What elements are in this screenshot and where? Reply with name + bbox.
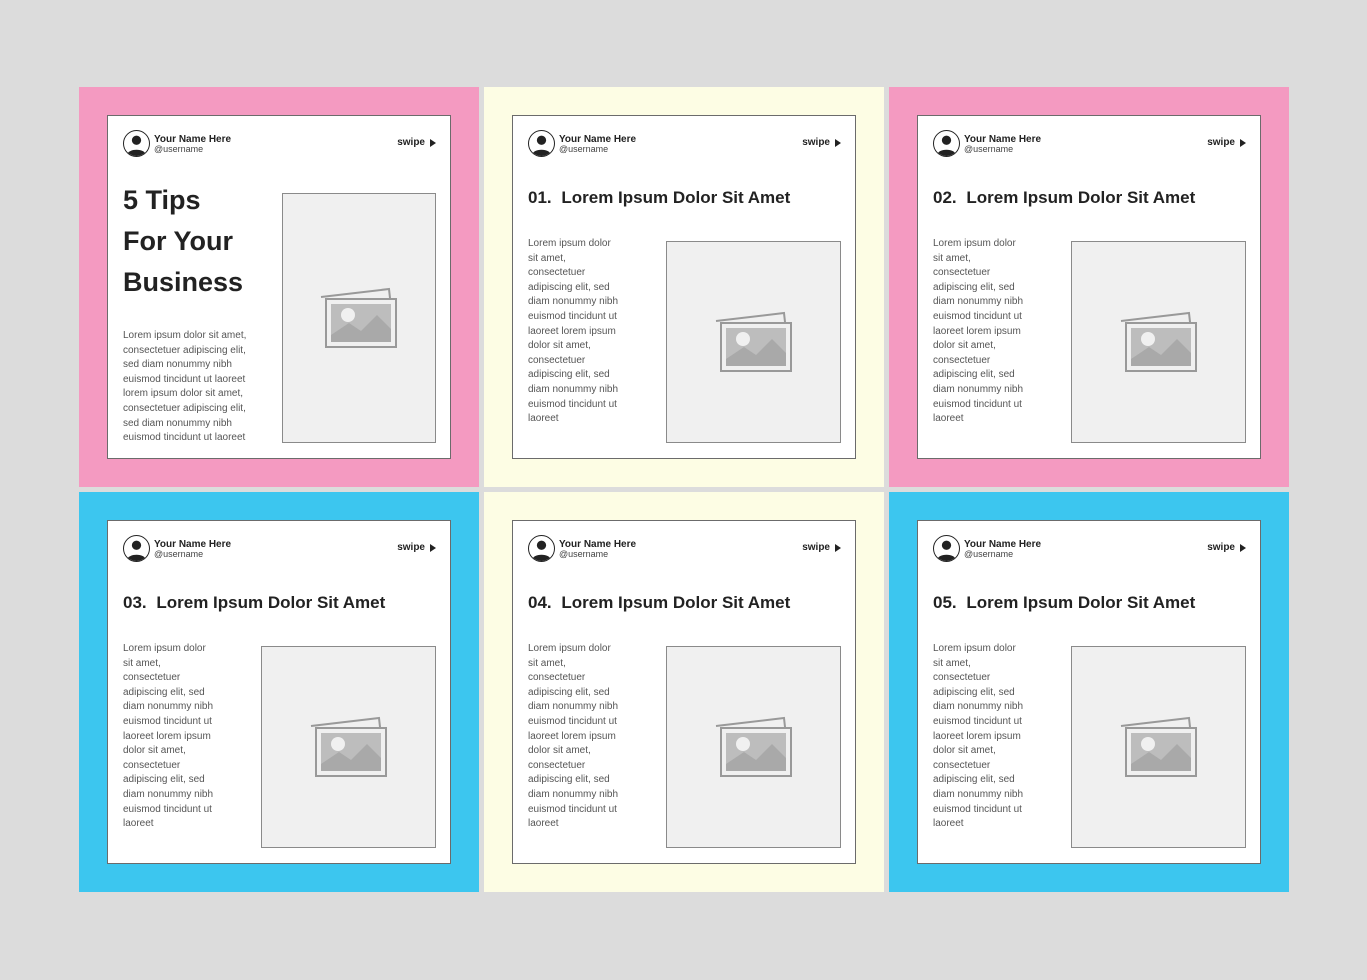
swipe-indicator[interactable]: swipe [397, 542, 436, 553]
profile-username: @username [559, 144, 609, 154]
slide-body-text: Lorem ipsum dolor sit amet, consectetuer… [528, 643, 619, 830]
tile-cover: Your Name Here @username swipe 5 Tips Fo… [79, 87, 479, 487]
slide-number: 02. [933, 188, 957, 207]
image-placeholder-icon [310, 716, 387, 777]
slide-title: 05. Lorem Ipsum Dolor Sit Amet [933, 593, 1195, 613]
slide-number: 03. [123, 593, 147, 612]
play-arrow-icon [430, 543, 436, 552]
image-placeholder-icon [715, 311, 792, 372]
slide-title-text: Lorem Ipsum Dolor Sit Amet [561, 188, 791, 207]
image-placeholder [261, 646, 436, 848]
cover-title-line: Business [123, 267, 244, 297]
image-placeholder-icon [1120, 716, 1197, 777]
slide-title-text: Lorem Ipsum Dolor Sit Amet [966, 593, 1196, 612]
profile-username: @username [154, 144, 204, 154]
slide-body-text: Lorem ipsum dolor sit amet, consectetuer… [528, 238, 619, 425]
slide-title-text: Lorem Ipsum Dolor Sit Amet [966, 188, 1196, 207]
swipe-indicator[interactable]: swipe [397, 137, 436, 148]
image-placeholder-icon [1120, 311, 1197, 372]
slide-title: 03. Lorem Ipsum Dolor Sit Amet [123, 593, 385, 613]
image-placeholder [1071, 646, 1246, 848]
tile-slide-02: Your Name Here @username swipe 02. Lorem… [889, 87, 1289, 487]
image-placeholder-icon [320, 287, 397, 348]
slide-card: Your Name Here @username swipe 03. Lorem… [107, 520, 451, 864]
tile-slide-05: Your Name Here @username swipe 05. Lorem… [889, 492, 1289, 892]
profile-header: Your Name Here @username swipe [123, 130, 436, 158]
slide-card: Your Name Here @username swipe 01. Lorem… [512, 115, 856, 459]
swipe-indicator[interactable]: swipe [1207, 137, 1246, 148]
swipe-indicator[interactable]: swipe [1207, 542, 1246, 553]
user-avatar-icon [528, 130, 555, 157]
cover-title: 5 Tips For Your Business [123, 180, 273, 303]
swipe-label: swipe [802, 542, 830, 553]
user-avatar-icon [123, 130, 150, 157]
slide-number: 04. [528, 593, 552, 612]
slide-title: 02. Lorem Ipsum Dolor Sit Amet [933, 188, 1195, 208]
slide-number: 01. [528, 188, 552, 207]
play-arrow-icon [430, 138, 436, 147]
user-avatar-icon [528, 535, 555, 562]
tile-slide-04: Your Name Here @username swipe 04. Lorem… [484, 492, 884, 892]
swipe-indicator[interactable]: swipe [802, 137, 841, 148]
image-placeholder [1071, 241, 1246, 443]
image-placeholder [282, 193, 436, 443]
slide-number: 05. [933, 593, 957, 612]
profile-header: Your Name Here @username swipe [933, 535, 1246, 563]
user-avatar-icon [933, 535, 960, 562]
carousel-template-grid: Your Name Here @username swipe 5 Tips Fo… [79, 87, 1289, 893]
slide-title-text: Lorem Ipsum Dolor Sit Amet [561, 593, 791, 612]
image-placeholder [666, 241, 841, 443]
slide-body-text: Lorem ipsum dolor sit amet, consectetuer… [123, 643, 214, 830]
user-avatar-icon [933, 130, 960, 157]
profile-header: Your Name Here @username swipe [933, 130, 1246, 158]
cover-title-line: 5 Tips [123, 185, 201, 215]
slide-card: Your Name Here @username swipe 05. Lorem… [917, 520, 1261, 864]
slide-title-text: Lorem Ipsum Dolor Sit Amet [156, 593, 386, 612]
profile-username: @username [154, 549, 204, 559]
slide-body-text: Lorem ipsum dolor sit amet, consectetuer… [933, 643, 1024, 830]
image-placeholder [666, 646, 841, 848]
slide-card: Your Name Here @username swipe 5 Tips Fo… [107, 115, 451, 459]
swipe-label: swipe [397, 542, 425, 553]
tile-slide-03: Your Name Here @username swipe 03. Lorem… [79, 492, 479, 892]
play-arrow-icon [1240, 543, 1246, 552]
profile-username: @username [964, 549, 1014, 559]
swipe-label: swipe [802, 137, 830, 148]
cover-title-line: For Your [123, 226, 234, 256]
play-arrow-icon [1240, 138, 1246, 147]
profile-username: @username [559, 549, 609, 559]
swipe-label: swipe [1207, 542, 1235, 553]
user-avatar-icon [123, 535, 150, 562]
profile-header: Your Name Here @username swipe [528, 130, 841, 158]
play-arrow-icon [835, 543, 841, 552]
image-placeholder-icon [715, 716, 792, 777]
profile-header: Your Name Here @username swipe [123, 535, 436, 563]
cover-body-text: Lorem ipsum dolor sit amet, consectetuer… [123, 330, 247, 444]
play-arrow-icon [835, 138, 841, 147]
swipe-label: swipe [1207, 137, 1235, 148]
swipe-label: swipe [397, 137, 425, 148]
slide-title: 01. Lorem Ipsum Dolor Sit Amet [528, 188, 790, 208]
slide-card: Your Name Here @username swipe 04. Lorem… [512, 520, 856, 864]
swipe-indicator[interactable]: swipe [802, 542, 841, 553]
slide-body-text: Lorem ipsum dolor sit amet, consectetuer… [933, 238, 1024, 425]
slide-title: 04. Lorem Ipsum Dolor Sit Amet [528, 593, 790, 613]
tile-slide-01: Your Name Here @username swipe 01. Lorem… [484, 87, 884, 487]
profile-username: @username [964, 144, 1014, 154]
profile-header: Your Name Here @username swipe [528, 535, 841, 563]
slide-card: Your Name Here @username swipe 02. Lorem… [917, 115, 1261, 459]
